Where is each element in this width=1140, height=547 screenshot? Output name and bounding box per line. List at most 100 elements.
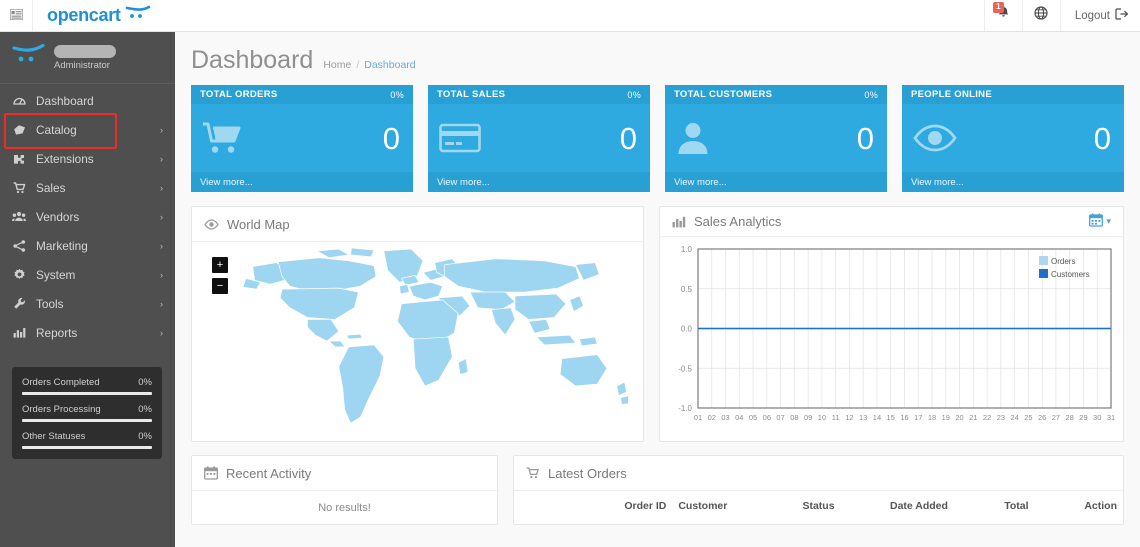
tile-value: 0 <box>856 120 874 156</box>
sidebar-item-vendors[interactable]: Vendors › <box>0 202 175 231</box>
svg-text:28: 28 <box>1066 413 1074 422</box>
date-range-selector[interactable]: ▾ <box>1089 213 1111 230</box>
svg-text:14: 14 <box>873 413 881 422</box>
svg-text:0.0: 0.0 <box>681 325 693 334</box>
notification-badge: 1 <box>992 2 1004 13</box>
cart-logo-icon <box>125 5 151 26</box>
activity-empty-state: No results! <box>318 501 371 514</box>
stat-label: Orders Processing <box>22 404 101 415</box>
stat-orders-completed: Orders Completed 0% <box>22 377 152 395</box>
stat-value: 0% <box>138 377 152 388</box>
eye-icon <box>204 218 219 230</box>
column-total[interactable]: Total <box>971 491 1062 519</box>
tile-total-orders[interactable]: TOTAL ORDERS 0% 0 View more... <box>191 85 413 192</box>
progress-bar <box>22 446 152 449</box>
tile-total-sales[interactable]: TOTAL SALES 0% 0 View more... <box>428 85 650 192</box>
sidebar-item-dashboard[interactable]: Dashboard <box>0 86 175 115</box>
world-map[interactable]: + − <box>192 242 643 441</box>
map-zoom-in-button[interactable]: + <box>212 257 228 273</box>
panel-header: Recent Activity <box>192 456 497 491</box>
sidebar-item-marketing[interactable]: Marketing › <box>0 231 175 260</box>
logout-button[interactable]: Logout <box>1059 0 1140 31</box>
cart-icon <box>12 181 26 194</box>
svg-text:11: 11 <box>832 413 840 422</box>
stat-value: 0% <box>138 404 152 415</box>
sales-analytics-panel: Sales Analytics ▾ 1.0 0.5 0.0 -0.5 -1.0 … <box>659 206 1124 442</box>
user-profile[interactable]: Administrator <box>0 32 175 84</box>
tile-footer[interactable]: View more... <box>902 172 1124 192</box>
tile-footer[interactable]: View more... <box>428 172 650 192</box>
main-content: Dashboard Home / Dashboard TOTAL ORDERS … <box>175 32 1140 547</box>
breadcrumb-home[interactable]: Home <box>323 59 351 71</box>
stat-tiles: TOTAL ORDERS 0% 0 View more... TOTAL SAL… <box>175 85 1140 192</box>
sidebar-item-catalog[interactable]: Catalog › <box>0 115 175 144</box>
panel-header: World Map <box>192 207 643 242</box>
header-actions: 1 Logout <box>983 0 1140 31</box>
sidebar-item-reports[interactable]: Reports › <box>0 318 175 347</box>
brand-logo[interactable]: opencart <box>33 0 151 31</box>
tile-people-online[interactable]: PEOPLE ONLINE 0 View more... <box>902 85 1124 192</box>
tile-header: TOTAL SALES 0% <box>428 85 650 104</box>
breadcrumb-dashboard[interactable]: Dashboard <box>364 59 415 71</box>
gear-icon <box>12 268 26 281</box>
username-redacted <box>54 44 116 58</box>
column-status[interactable]: Status <box>770 491 867 519</box>
sidebar-item-sales[interactable]: Sales › <box>0 173 175 202</box>
svg-text:Customers: Customers <box>1051 270 1090 279</box>
stat-label: Orders Completed <box>22 377 100 388</box>
tile-percent: 0% <box>390 89 404 100</box>
svg-text:04: 04 <box>735 413 743 422</box>
svg-text:16: 16 <box>900 413 908 422</box>
tile-value: 0 <box>1093 120 1111 156</box>
chevron-right-icon: › <box>160 124 163 135</box>
column-date-added[interactable]: Date Added <box>867 491 971 519</box>
svg-text:0.5: 0.5 <box>681 285 693 294</box>
sidebar-toggle-button[interactable] <box>0 0 33 31</box>
svg-text:23: 23 <box>997 413 1005 422</box>
logout-label: Logout <box>1074 9 1110 22</box>
svg-text:01: 01 <box>694 413 702 422</box>
panel-title: Recent Activity <box>226 465 312 481</box>
svg-text:25: 25 <box>1024 413 1032 422</box>
chevron-down-icon: ▾ <box>1106 216 1111 226</box>
svg-text:22: 22 <box>983 413 991 422</box>
svg-text:06: 06 <box>763 413 771 422</box>
sidebar-item-extensions[interactable]: Extensions › <box>0 144 175 173</box>
map-zoom-controls: + − <box>212 257 228 294</box>
svg-text:-0.5: -0.5 <box>678 364 692 373</box>
chevron-right-icon: › <box>160 327 163 338</box>
tile-total-customers[interactable]: TOTAL CUSTOMERS 0% 0 View more... <box>665 85 887 192</box>
tile-footer[interactable]: View more... <box>191 172 413 192</box>
opencart-admin-dashboard: opencart 1 Logout Administrator Dashboar… <box>0 0 1140 547</box>
column-order-id[interactable]: Order ID <box>514 491 672 519</box>
sidebar-item-tools[interactable]: Tools › <box>0 289 175 318</box>
puzzle-icon <box>12 153 26 165</box>
svg-text:20: 20 <box>955 413 963 422</box>
tile-header: PEOPLE ONLINE <box>902 85 1124 104</box>
svg-text:24: 24 <box>1010 413 1018 422</box>
svg-text:08: 08 <box>790 413 798 422</box>
calendar-icon <box>204 466 218 480</box>
language-button[interactable] <box>1021 0 1060 31</box>
tile-header: TOTAL CUSTOMERS 0% <box>665 85 887 104</box>
panel-header: Latest Orders <box>514 456 1123 491</box>
svg-text:10: 10 <box>818 413 826 422</box>
svg-text:31: 31 <box>1107 413 1115 422</box>
table-header-row: Order ID Customer Status Date Added Tota… <box>514 491 1123 519</box>
calendar-icon <box>1089 213 1104 230</box>
sign-out-icon <box>1115 8 1129 23</box>
svg-text:09: 09 <box>804 413 812 422</box>
map-zoom-out-button[interactable]: − <box>212 278 228 294</box>
page-title: Dashboard <box>191 46 314 74</box>
column-customer[interactable]: Customer <box>672 491 769 519</box>
notifications-button[interactable]: 1 <box>983 0 1022 31</box>
chevron-right-icon: › <box>160 240 163 251</box>
tile-footer[interactable]: View more... <box>665 172 887 192</box>
svg-text:13: 13 <box>859 413 867 422</box>
hamburger-icon <box>8 7 24 25</box>
sales-chart[interactable]: 1.0 0.5 0.0 -0.5 -1.0 01 02 03 04 05 06 07 08 09 10 11 1… <box>660 237 1123 441</box>
sidebar-item-system[interactable]: System › <box>0 260 175 289</box>
credit-card-icon <box>439 123 481 153</box>
column-action[interactable]: Action <box>1062 491 1123 519</box>
svg-text:05: 05 <box>749 413 757 422</box>
